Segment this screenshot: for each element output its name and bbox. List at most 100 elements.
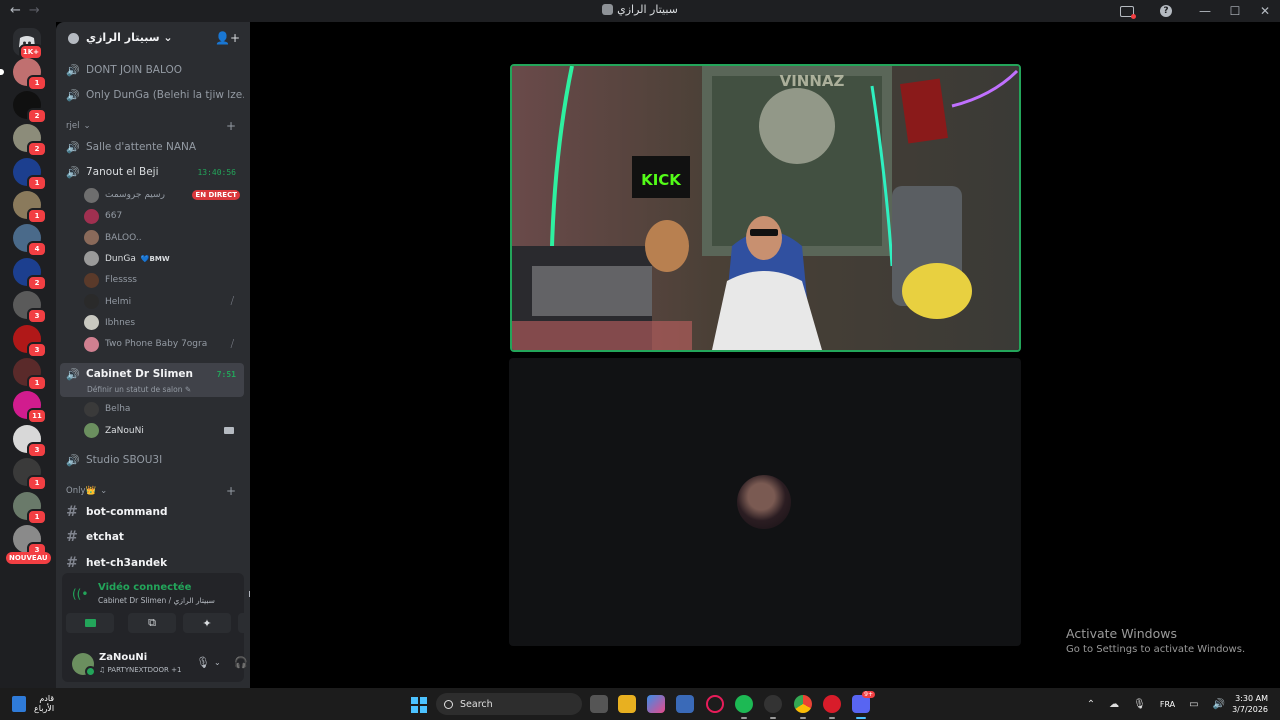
voice-location[interactable]: Cabinet Dr Slimen / سبيتار الرازي [98,596,215,605]
voice-user[interactable]: ZaNouNi [84,421,240,441]
speaker-icon: 🔊 [66,88,80,102]
copilot-icon[interactable] [647,695,665,713]
server-header[interactable]: سبيتار الرازي ⌄ 👤+ [56,22,250,56]
input-language[interactable]: FRA [1160,700,1175,709]
window-titlebar: ← → سبيتار الرازي ? — ☐ ✕ [0,0,1280,22]
voice-user[interactable]: Two Phone Baby 7ogra ⧸ [84,334,240,354]
mic-options-chevron-icon[interactable]: ⌄ [214,658,221,667]
close-button[interactable]: ✕ [1250,4,1280,18]
headphones-icon[interactable]: 🎧 [234,656,248,669]
maximize-button[interactable]: ☐ [1220,4,1250,18]
deafened-icon: ⧸ [230,338,234,350]
category-label: Only👑 [66,486,97,496]
steam-icon[interactable] [764,695,782,719]
user-name[interactable]: ZaNouNi [99,652,147,663]
server-badge: 11 [27,408,47,424]
channel-label: Cabinet Dr Slimen [86,368,194,380]
invite-people-icon[interactable]: 👤+ [215,31,240,45]
server-icon[interactable]: 1 [13,358,47,391]
server-icon[interactable]: 1 [13,58,47,91]
start-button[interactable] [411,697,427,713]
minimize-button[interactable]: — [1190,4,1220,18]
chrome-icon[interactable] [794,695,812,719]
inbox-icon[interactable] [1120,5,1136,19]
network-icon[interactable]: ▭ [1189,699,1198,710]
channel-status-line[interactable]: Définir un statut de salon ✎ [87,385,191,394]
category-rjel[interactable]: rjel ⌄ + [66,119,236,133]
clock-time: 3:30 AM [1235,694,1268,703]
channel-label: bot-command [86,506,168,518]
tray-overflow-chevron-icon[interactable]: ⌃ [1087,699,1095,710]
kick-sign-text: KICK [641,171,682,189]
category-only[interactable]: Only👑 ⌄ + [66,484,236,498]
soundboard-button[interactable]: ♪ [238,613,250,633]
taskbar-search[interactable]: Search [436,693,582,715]
weather-widget[interactable]: قادم الأرباع [12,694,54,714]
user-avatar[interactable] [72,653,96,677]
server-icon[interactable]: 1 [13,191,47,224]
screen-share-button[interactable]: ⧉ [128,613,176,633]
voice-user[interactable]: BALOO.. [84,228,240,248]
camera-button[interactable] [66,613,114,633]
server-icon[interactable]: 4 [13,224,47,257]
add-channel-icon[interactable]: + [226,119,236,133]
channel-dont-join-baloo[interactable]: 🔊 DONT JOIN BALOO [60,58,244,82]
activities-button[interactable]: ✦ [183,613,231,633]
store-icon[interactable] [676,695,694,713]
channel-bot-command[interactable]: # bot-command [60,500,244,524]
file-explorer-icon[interactable] [618,695,636,713]
riot-client-icon[interactable] [823,695,841,719]
voice-user[interactable]: DunGa 💙BMW [84,249,240,269]
user-avatar [84,272,99,288]
server-icon[interactable]: 11 [13,391,47,424]
voice-user[interactable]: Ibhnes [84,313,240,333]
server-icon[interactable]: 1 [13,458,47,491]
server-icon[interactable]: 1 [13,158,47,191]
user-name: Flessss [105,275,137,286]
live-badge[interactable]: EN DIRECT [192,190,240,200]
voice-user[interactable]: 667 [84,206,240,226]
microphone-icon[interactable]: 🎙 [196,656,210,669]
connection-signal-icon[interactable]: ((• [72,587,88,601]
server-icon[interactable]: 2 [13,124,47,157]
stream-frame-image: KICK VINNAZ [512,66,1019,350]
volume-icon[interactable]: 🔊 [1213,699,1225,710]
server-icon[interactable]: 1 [13,492,47,525]
discord-taskbar-icon[interactable]: 9+ [852,691,875,719]
server-icon[interactable]: 3 [13,425,47,458]
stream-video-tile[interactable]: KICK VINNAZ [510,64,1021,352]
opera-gx-icon[interactable] [706,695,724,713]
voice-user[interactable]: Belha [84,399,240,419]
task-view-icon[interactable] [590,695,608,713]
user-tag-text: BMW [149,254,170,263]
voice-stage: KICK VINNAZ Activate Windows Go to Setti… [250,22,1280,688]
user-panel: ZaNouNi ♫ PARTYNEXTDOOR +1 🎙 ⌄ 🎧 ⌄ ⚙ [62,646,248,682]
server-icon[interactable]: 3 [13,325,47,358]
help-icon[interactable]: ? [1160,5,1172,17]
clock[interactable]: 3:30 AM 3/7/2026 [1232,693,1268,715]
spotify-icon[interactable] [735,695,753,719]
server-icon[interactable]: 2 [13,258,47,291]
add-channel-icon[interactable]: + [226,484,236,498]
speaker-icon: 🔊 [66,453,80,467]
server-icon[interactable]: 3 [13,525,47,558]
microphone-tray-icon[interactable]: 🎙 [1133,699,1146,710]
channel-het-ch3andek[interactable]: # het-ch3andek [60,551,244,575]
server-badge: 1 [27,475,47,491]
channel-etchat[interactable]: # etchat [60,525,244,549]
channel-only-dunga[interactable]: 🔊 Only DunGa (Belehi la tjiw lze... [60,83,244,107]
channel-studio-sbou3i[interactable]: 🔊 Studio SBOU3I [60,448,244,472]
server-badge: 3 [27,342,47,358]
participant-tile[interactable] [509,358,1021,646]
server-icon[interactable]: 2 [13,91,47,124]
user-avatar [84,294,99,309]
heart-icon: 💙 [140,254,150,263]
onedrive-icon[interactable]: ☁ [1109,699,1119,710]
home-button[interactable]: 1K+ [13,28,43,60]
channel-salle-attente[interactable]: 🔊 Salle d'attente NANA [60,135,244,159]
voice-user[interactable]: Helmi ⧸ [84,292,240,312]
server-icon[interactable]: 3 [13,291,47,324]
voice-user[interactable]: Flessss [84,270,240,290]
voice-user[interactable]: رسيم جروسمت EN DIRECT [84,185,240,205]
channel-7anout-el-beji[interactable]: 🔊 7anout el Beji 13:40:56 [60,160,244,184]
